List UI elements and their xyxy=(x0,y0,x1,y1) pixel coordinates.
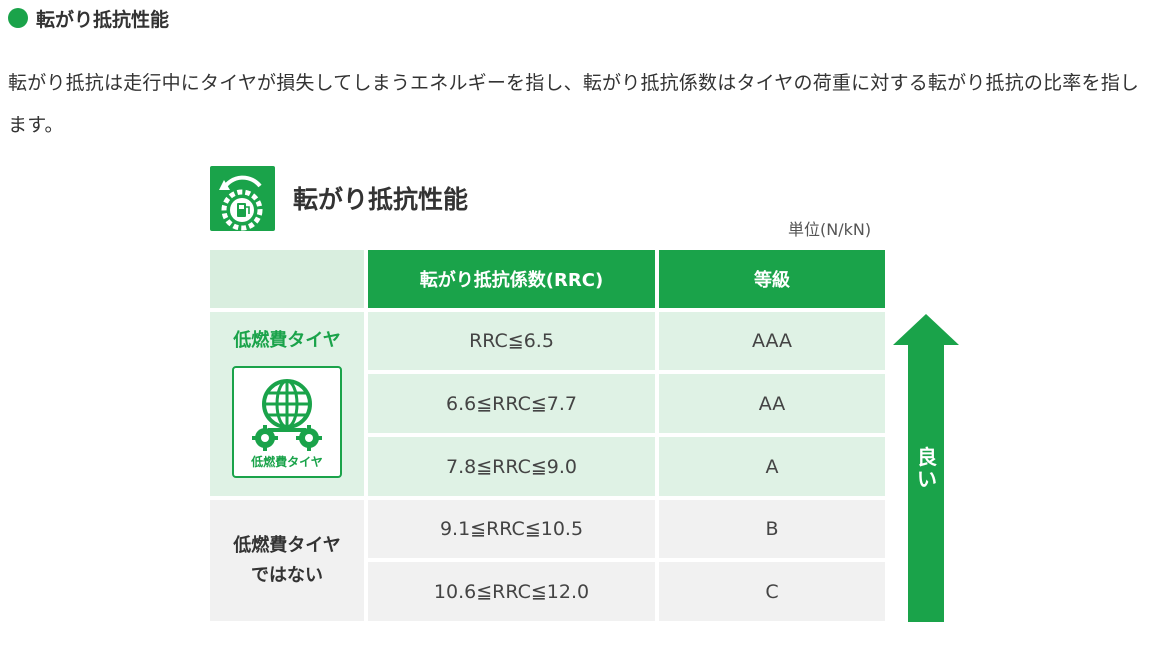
grade-cell: C xyxy=(659,562,885,621)
arrow-label-char-2: い xyxy=(917,467,937,491)
section-description: 転がり抵抗は走行中にタイヤが損失してしまうエネルギーを指し、転がり抵抗係数はタイ… xyxy=(8,72,1140,136)
group-low-fuel-label: 低燃費タイヤ xyxy=(233,330,341,351)
group-not-low-fuel-cell: 低燃費タイヤ ではない xyxy=(210,500,364,621)
grade-cell: AAA xyxy=(659,312,885,370)
bullet-dot-icon xyxy=(8,8,28,28)
low-fuel-badge: 低燃費タイヤ xyxy=(232,366,342,478)
group-not-low-fuel-line2: ではない xyxy=(251,564,323,586)
header-blank-cell xyxy=(210,250,364,308)
arrow-label-char-1: 良 xyxy=(917,445,937,469)
card-title: 転がり抵抗性能 xyxy=(293,185,469,214)
header-grade: 等級 xyxy=(659,250,885,308)
grade-cell: A xyxy=(659,437,885,496)
tire-fuel-icon xyxy=(210,166,275,231)
rrc-cell: RRC≦6.5 xyxy=(368,312,655,370)
rrc-cell: 7.8≦RRC≦9.0 xyxy=(368,437,655,496)
rrc-cell: 6.6≦RRC≦7.7 xyxy=(368,374,655,433)
unit-label: 単位(N/kN) xyxy=(788,220,872,239)
grade-cell: B xyxy=(659,500,885,558)
header-rrc: 転がり抵抗係数(RRC) xyxy=(368,250,655,308)
rrc-cell: 9.1≦RRC≦10.5 xyxy=(368,500,655,558)
section-heading: 転がり抵抗性能 xyxy=(8,4,169,32)
globe-gear-icon xyxy=(252,379,322,451)
group-not-low-fuel-line1: 低燃費タイヤ xyxy=(233,534,341,556)
section-heading-text: 転がり抵抗性能 xyxy=(36,8,170,31)
badge-label: 低燃費タイヤ xyxy=(251,455,323,469)
arrow-label: 良 い xyxy=(910,446,944,490)
rrc-cell: 10.6≦RRC≦12.0 xyxy=(368,562,655,621)
grade-cell: AA xyxy=(659,374,885,433)
